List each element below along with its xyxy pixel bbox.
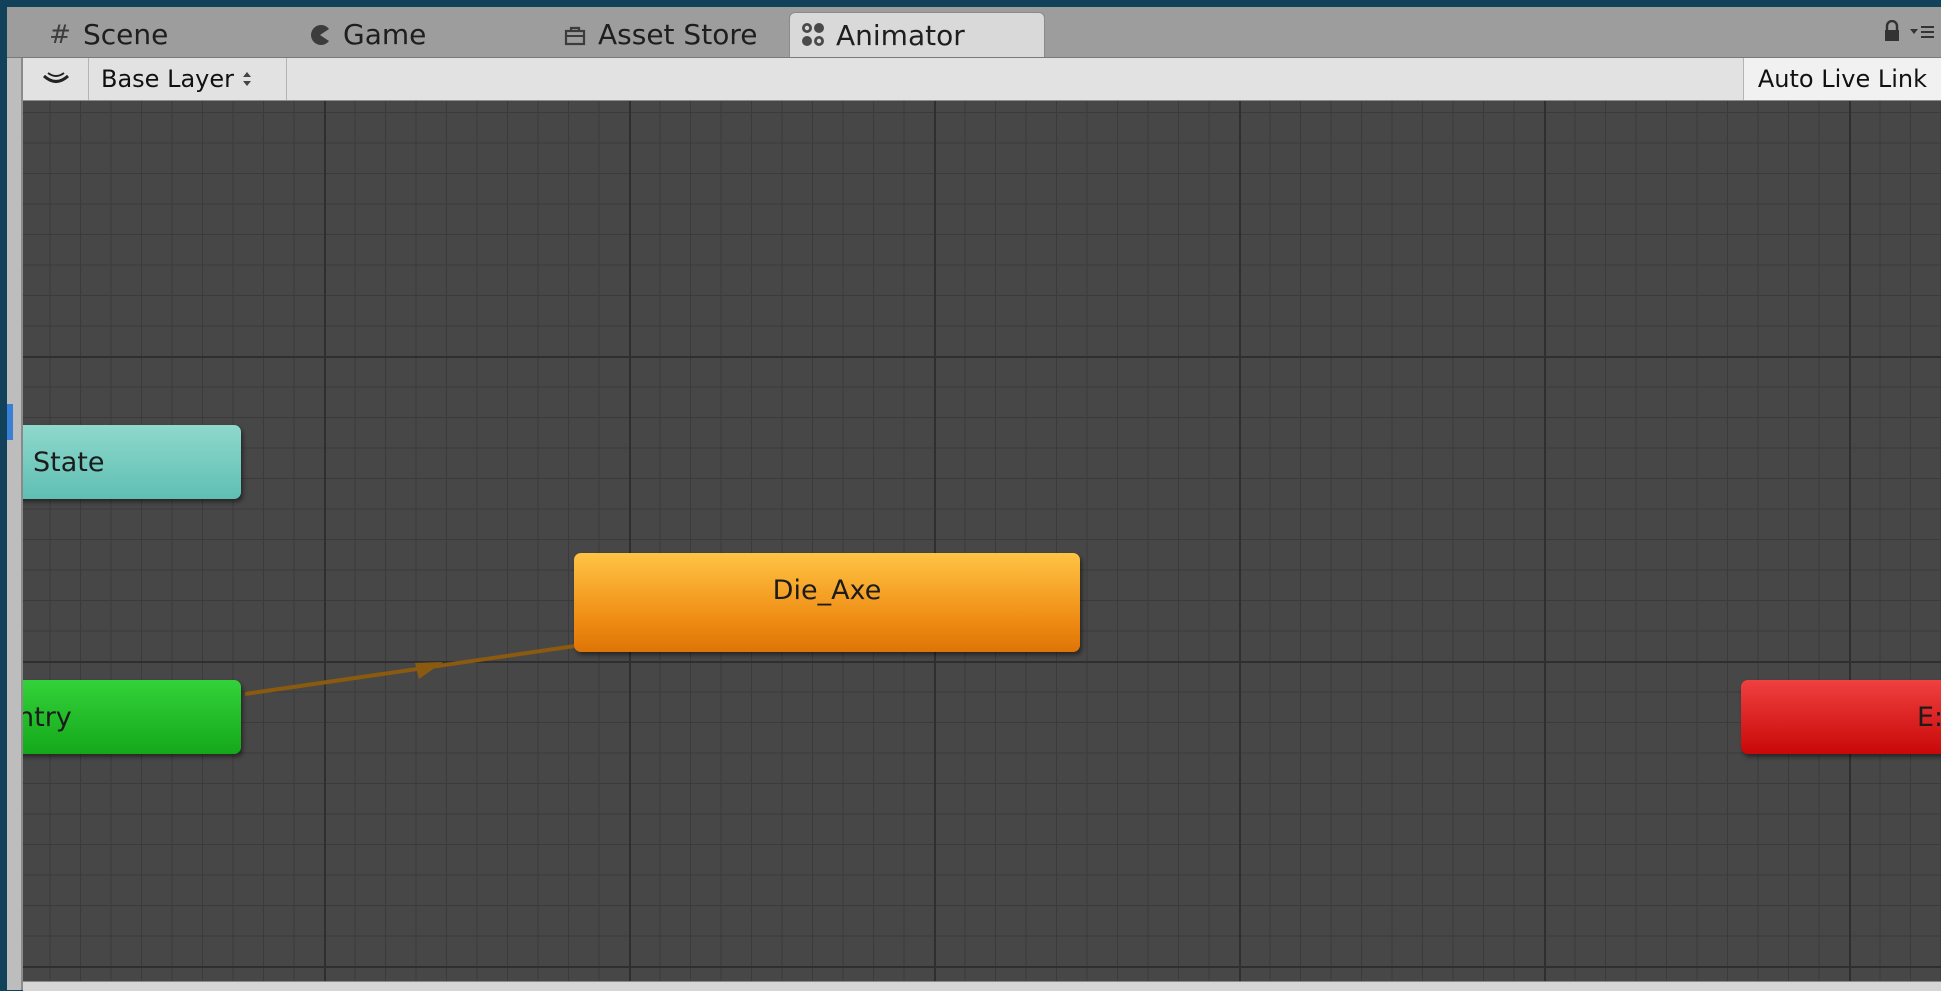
entry-label: ntry (23, 701, 72, 733)
collapsed-side-panel[interactable] (7, 58, 23, 990)
tab-scene[interactable]: # Scene (37, 12, 247, 57)
tab-animator[interactable]: Animator (789, 12, 1045, 57)
lock-icon[interactable] (1883, 19, 1901, 46)
layer-breadcrumb-label: Base Layer (101, 65, 234, 93)
layers-toggle-button[interactable] (23, 58, 89, 100)
default-state-node[interactable]: Die_Axe (574, 553, 1080, 652)
pacman-icon (305, 20, 335, 50)
layer-breadcrumb-dropdown[interactable]: Base Layer (89, 58, 287, 100)
exit-node[interactable]: E: (1741, 680, 1941, 754)
any-state-node[interactable]: State (23, 425, 241, 499)
default-state-label: Die_Axe (772, 575, 882, 606)
exit-label: E: (1917, 701, 1941, 733)
tab-game-label: Game (343, 18, 427, 51)
state-machine-graph[interactable]: State ntry Die_Axe E: (23, 101, 1941, 981)
tab-asset-store-label: Asset Store (598, 18, 758, 51)
tab-scene-label: Scene (83, 18, 169, 51)
tab-game[interactable]: Game (297, 12, 467, 57)
selection-marker (7, 404, 13, 440)
window-controls (1883, 17, 1941, 49)
window-menu-icon[interactable] (1909, 23, 1935, 43)
animator-toolbar: Base Layer Auto Live Link (23, 58, 1941, 101)
tab-bar: # Scene Game Asset Store Animator (7, 7, 1941, 58)
entry-node[interactable]: ntry (23, 680, 241, 754)
updown-arrows-icon (242, 65, 252, 93)
animator-icon (798, 20, 828, 50)
transition-arrow[interactable] (23, 101, 1941, 981)
store-icon (560, 20, 590, 50)
tab-asset-store[interactable]: Asset Store (552, 12, 782, 57)
auto-live-link-button[interactable]: Auto Live Link (1742, 58, 1941, 100)
animator-window: # Scene Game Asset Store Animator Base L… (7, 7, 1941, 991)
auto-live-link-label: Auto Live Link (1757, 65, 1927, 93)
hash-icon: # (49, 19, 71, 50)
tab-animator-label: Animator (836, 18, 965, 52)
any-state-label: State (33, 446, 105, 478)
eye-toggle-icon (41, 65, 71, 93)
